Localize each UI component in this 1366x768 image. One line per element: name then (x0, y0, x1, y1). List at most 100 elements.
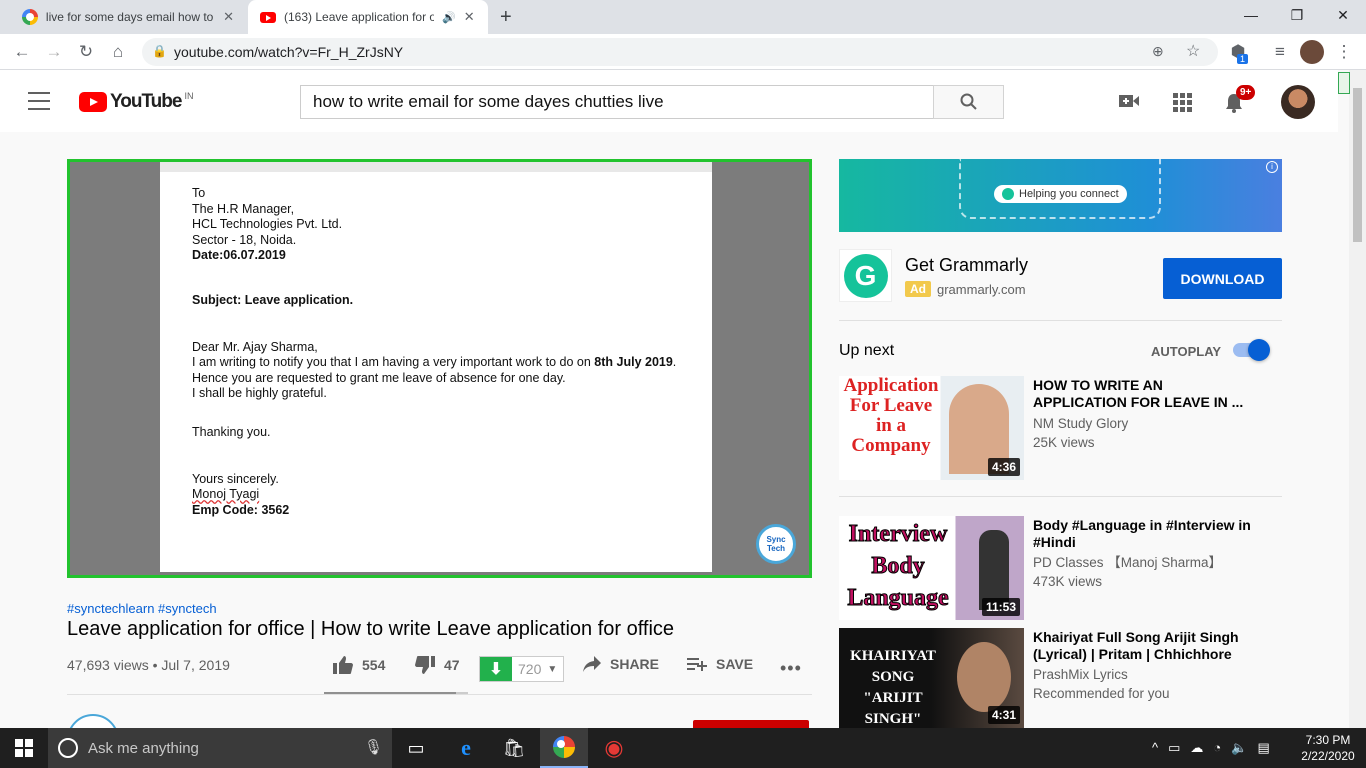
letter-body-line2: Hence you are requested to grant me leav… (192, 370, 566, 385)
like-button[interactable]: 554 (332, 655, 385, 675)
divider (839, 496, 1282, 497)
banner-text: Helping you connect (1019, 188, 1119, 200)
task-view-icon[interactable]: ▭ (392, 728, 440, 768)
cortana-icon (58, 738, 78, 758)
scrollbar-thumb[interactable] (1353, 88, 1362, 242)
divider (67, 694, 812, 695)
download-widget[interactable]: ⬇ 720 ▼ (479, 656, 565, 682)
youtube-logo[interactable]: YouTube IN (79, 91, 193, 113)
menu-dots-icon[interactable]: ⋮ (1332, 40, 1356, 64)
recommendation-title[interactable]: Body #Language in #Interview in #Hindi (1033, 517, 1258, 551)
browser-tab-youtube[interactable]: (163) Leave application for o 🔊 ✕ (248, 0, 488, 34)
edge-browser-icon[interactable]: e (442, 728, 490, 768)
divider (839, 320, 1282, 321)
back-icon[interactable]: ← (10, 40, 34, 64)
store-icon[interactable]: 🛍 (490, 728, 538, 768)
grammarly-logo[interactable]: G (839, 249, 892, 302)
windows-start-icon[interactable] (0, 728, 48, 768)
recommendation-channel[interactable]: NM Study Glory (1033, 414, 1128, 433)
download-arrow-icon[interactable]: ⬇ (480, 657, 512, 681)
letter-date: Date:06.07.2019 (192, 248, 286, 263)
account-avatar[interactable] (1281, 85, 1315, 119)
clock-date: 2/22/2020 (1301, 749, 1355, 763)
youtube-play-icon (79, 92, 107, 112)
more-options-icon[interactable]: ••• (780, 658, 802, 679)
recommendation-channel[interactable]: PrashMix Lyrics (1033, 665, 1128, 684)
bookmark-star-icon[interactable]: ☆ (1186, 41, 1200, 61)
taskbar-search-box[interactable]: Ask me anything 🎙 (48, 728, 392, 768)
volume-icon[interactable]: 🔈 (1231, 740, 1247, 756)
forward-icon[interactable]: → (42, 40, 66, 64)
microphone-icon[interactable]: 🎙 (364, 738, 383, 756)
url-text: youtube.com/watch?v=Fr_H_ZrJsNY (174, 44, 404, 60)
letter-subject: Subject: Leave application. (192, 292, 354, 307)
letter-emp-code: Emp Code: 3562 (192, 502, 290, 517)
search-input[interactable]: how to write email for some dayes chutti… (300, 85, 934, 119)
address-bar[interactable]: 🔒 youtube.com/watch?v=Fr_H_ZrJsNY ⊕ ☆ (142, 38, 1218, 66)
channel-watermark-logo: Sync Tech (756, 524, 796, 564)
wifi-icon[interactable]: ◔ (1213, 740, 1221, 756)
browser-tab-google[interactable]: live for some days email how to w ✕ (10, 0, 246, 34)
chrome-taskbar-icon[interactable] (540, 728, 588, 768)
recommendation-thumbnail[interactable]: KHAIRIYAT SONG "ARIJIT SINGH" LYRICAL 4:… (839, 628, 1024, 728)
page-scrollbar[interactable] (1349, 70, 1366, 728)
tab-title: live for some days email how to w (45, 10, 216, 24)
tab-title: (163) Leave application for o (284, 10, 434, 24)
action-center-icon[interactable]: ▤ (1257, 740, 1269, 756)
logo-text: YouTube (110, 91, 182, 112)
search-icon (960, 93, 977, 110)
recorder-app-icon[interactable]: ◉ (590, 728, 638, 768)
hamburger-menu-icon[interactable] (28, 92, 50, 110)
document-ruler (160, 162, 712, 172)
reload-icon[interactable]: ↻ (74, 40, 98, 64)
taskbar-search-placeholder: Ask me anything (88, 739, 199, 757)
close-tab-icon[interactable]: ✕ (464, 9, 475, 25)
letter-closing: Yours sincerely. (192, 471, 279, 486)
media-control-icon[interactable]: ≡ (1268, 40, 1292, 64)
system-tray[interactable]: ^ ▭ ☁ ◔ 🔈 ▤ (1152, 740, 1270, 756)
extension-badge: 1 (1237, 54, 1249, 64)
share-button[interactable]: SHARE (582, 655, 659, 673)
close-tab-icon[interactable]: ✕ (223, 9, 234, 25)
taskbar-clock[interactable]: 7:30 PM 2/22/2020 (1300, 732, 1356, 764)
audio-playing-icon[interactable]: 🔊 (442, 11, 456, 24)
thumbnail-text: Interview Body Language (847, 521, 949, 612)
autoplay-toggle[interactable] (1233, 339, 1270, 361)
google-icon (22, 9, 38, 25)
video-hashtags[interactable]: #synctechlearn #synctech (67, 601, 217, 616)
new-tab-button[interactable]: + (500, 6, 512, 29)
letter-company: HCL Technologies Pvt. Ltd. (192, 217, 343, 232)
recommendation-title[interactable]: Khairiyat Full Song Arijit Singh (Lyrica… (1033, 629, 1258, 663)
recommendation-channel[interactable]: PD Classes 【Manoj Sharma】 (1033, 553, 1222, 572)
battery-icon[interactable]: ▭ (1168, 740, 1180, 756)
video-player[interactable]: To The H.R Manager, HCL Technologies Pvt… (67, 159, 812, 578)
ad-banner[interactable]: Helping you connect i (839, 159, 1282, 232)
tray-chevron-up-icon[interactable]: ^ (1152, 740, 1158, 756)
home-icon[interactable]: ⌂ (106, 40, 130, 64)
thumbs-up-icon (333, 656, 353, 674)
letter-to: To (192, 186, 206, 200)
minimize-button[interactable]: — (1228, 0, 1274, 30)
apps-grid-icon[interactable] (1172, 92, 1192, 117)
zoom-icon[interactable]: ⊕ (1152, 43, 1164, 60)
ad-info-icon[interactable]: i (1266, 161, 1278, 173)
dislike-button[interactable]: 47 (414, 655, 460, 675)
recommendation-thumbnail[interactable]: Interview Body Language 11:53 (839, 516, 1024, 620)
letter-name: Monoj Tyagi (192, 487, 260, 502)
ad-badge: Ad (905, 281, 931, 297)
profile-avatar[interactable] (1300, 40, 1324, 64)
letter-address: Sector - 18, Noida. (192, 232, 297, 247)
views-and-date: 47,693 views • Jul 7, 2019 (67, 657, 230, 673)
recommendation-title[interactable]: HOW TO WRITE AN APPLICATION FOR LEAVE IN… (1033, 377, 1258, 411)
search-button[interactable] (933, 85, 1004, 119)
download-count[interactable]: 720 ▼ (512, 657, 563, 681)
ad-title[interactable]: Get Grammarly (905, 255, 1028, 276)
create-video-icon[interactable] (1118, 92, 1140, 115)
recommendation-thumbnail[interactable]: Application For Leave in a Company 4:36 (839, 376, 1024, 480)
download-button[interactable]: DOWNLOAD (1163, 258, 1282, 299)
maximize-button[interactable]: ❐ (1274, 0, 1320, 30)
onedrive-icon[interactable]: ☁ (1190, 740, 1203, 756)
extension-side-tab[interactable] (1338, 72, 1350, 94)
close-window-button[interactable]: ✕ (1320, 0, 1366, 30)
save-button[interactable]: SAVE (686, 655, 753, 673)
